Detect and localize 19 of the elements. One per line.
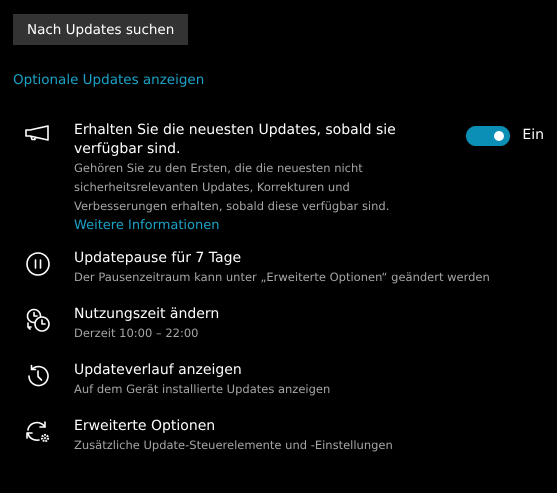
sync-gear-icon (25, 419, 51, 445)
setting-link[interactable]: Nutzungszeit ändern (74, 305, 220, 324)
toggle-label: Ein (522, 126, 544, 145)
toggle-switch[interactable] (466, 126, 510, 146)
history-icon (25, 363, 51, 389)
pause-icon (25, 251, 51, 277)
setting-description: Der Pausenzeitraum kann unter „Erweiterte Optionen“ geändert werden (74, 269, 490, 286)
setting-link[interactable]: Updatepause für 7 Tage (74, 249, 490, 268)
optional-updates-link[interactable]: Optionale Updates anzeigen (13, 70, 204, 90)
setting-link[interactable]: Updateverlauf anzeigen (74, 361, 330, 380)
clock-icon (25, 307, 51, 333)
setting-description: Auf dem Gerät installierte Updates anzeigen (74, 381, 330, 398)
setting-description: Derzeit 10:00 – 22:00 (74, 325, 200, 342)
check-updates-button[interactable]: Nach Updates suchen (13, 14, 188, 45)
setting-link[interactable]: Erweiterte Optionen (74, 417, 393, 436)
feature-title: Erhalten Sie die neuesten Updates, sobald sie verfügbar sind. (74, 121, 397, 159)
more-info-link[interactable]: Weitere Informationen (74, 218, 220, 233)
feature-description: Gehören Sie zu den Ersten, die die neuesten nicht sicherheitsrelevanten Updates, Korrekturen und Verbesserungen erhalten, sobald diese verfügbar sind. Weitere Informationen (74, 160, 390, 235)
setting-description: Zusätzliche Update-Steuerelemente und -Einstellungen (74, 437, 393, 454)
